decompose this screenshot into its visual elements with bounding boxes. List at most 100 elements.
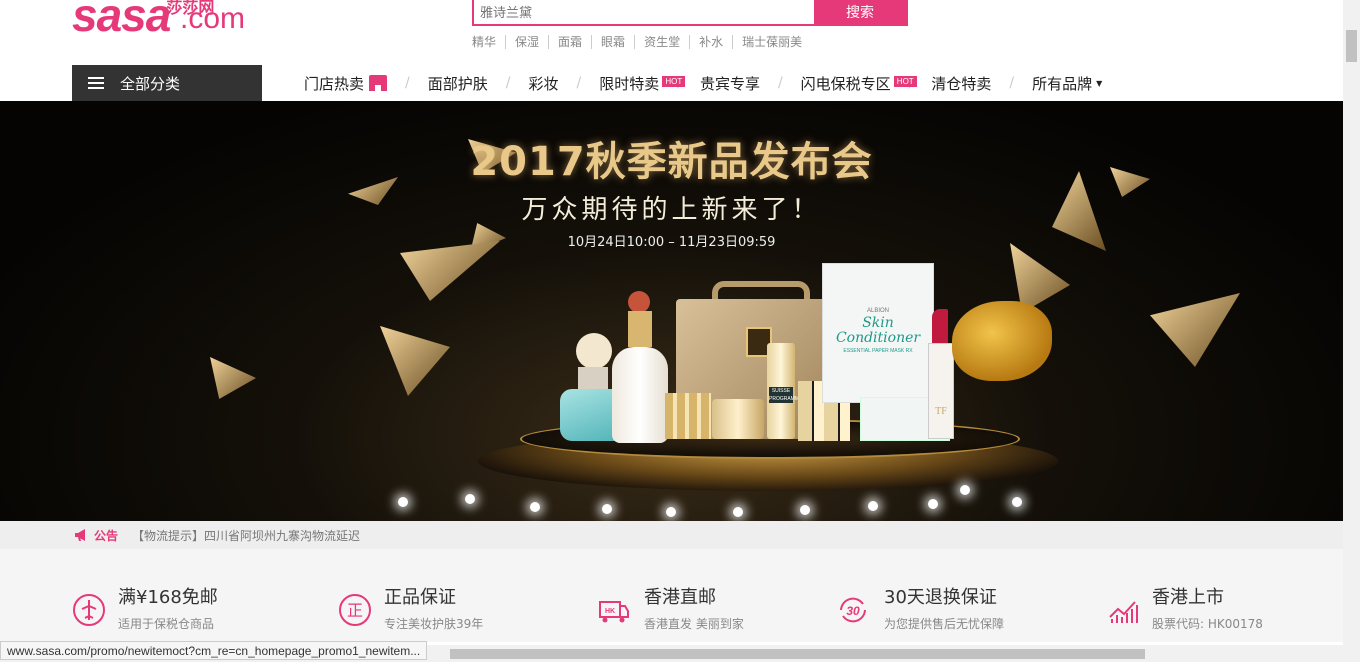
page: sasa 莎莎网 .com 搜索 精华 保湿 面霜 眼霜 资生堂 补水 瑞士葆丽… bbox=[0, 0, 1360, 662]
feature-desc: 适用于保税仓商品 bbox=[118, 617, 215, 631]
vertical-scrollbar[interactable] bbox=[1343, 0, 1360, 645]
notice-bar: 公告 【物流提示】四川省阿坝州九寨沟物流延迟 bbox=[0, 521, 1343, 549]
hot-keywords: 精华 保湿 面霜 眼霜 资生堂 补水 瑞士葆丽美 bbox=[472, 35, 811, 49]
stage-light bbox=[666, 507, 676, 517]
whoo-bottle bbox=[612, 291, 668, 443]
svg-text:30: 30 bbox=[846, 604, 860, 618]
feature-hk-direct: HK 香港直邮 香港直发 美丽到家 bbox=[590, 585, 744, 632]
truck-icon: HK bbox=[599, 601, 629, 623]
nav-separator: / bbox=[1009, 75, 1015, 91]
nav-item-skincare[interactable]: 面部护肤 bbox=[414, 73, 502, 94]
nav-item-label: 贵宾专享 bbox=[699, 74, 760, 93]
caret-down-icon: ▼ bbox=[1096, 78, 1103, 88]
nav-item-label: 所有品牌 bbox=[1032, 74, 1093, 93]
gold-shard-decoration bbox=[210, 357, 256, 399]
stage-light bbox=[398, 497, 408, 507]
genuine-icon: 正 bbox=[339, 594, 371, 626]
stage-light bbox=[928, 499, 938, 509]
hot-keyword[interactable]: 保湿 bbox=[505, 35, 548, 49]
search-button[interactable]: 搜索 bbox=[814, 0, 906, 24]
feature-genuine: 正 正品保证 专注美妆护肤39年 bbox=[338, 585, 483, 632]
gramophone-horn bbox=[952, 301, 1052, 381]
feature-desc: 专注美妆护肤39年 bbox=[384, 617, 484, 631]
stage-light bbox=[800, 505, 810, 515]
service-features: 满¥168免邮 适用于保税仓商品 正 正品保证 专注美妆护肤39年 HK 香港直… bbox=[0, 549, 1343, 642]
hot-keyword[interactable]: 资生堂 bbox=[634, 35, 689, 49]
stage-light bbox=[960, 485, 970, 495]
notice-label: 公告 bbox=[94, 528, 119, 543]
hot-keyword[interactable]: 精华 bbox=[472, 35, 505, 49]
hot-keyword[interactable]: 补水 bbox=[689, 35, 732, 49]
ampoules bbox=[665, 393, 711, 439]
hot-keyword[interactable]: 瑞士葆丽美 bbox=[732, 35, 811, 49]
nav-item-label: 面部护肤 bbox=[427, 74, 488, 93]
store-icon bbox=[369, 75, 388, 91]
return-30-icon: 30 bbox=[840, 597, 866, 623]
nav-item-flash-sale[interactable]: 限时特卖 HOT bbox=[585, 73, 686, 94]
feature-title: 香港上市 bbox=[1152, 587, 1224, 608]
search-input[interactable] bbox=[474, 0, 814, 24]
feature-free-shipping: 满¥168免邮 适用于保税仓商品 bbox=[72, 585, 218, 632]
notice-text[interactable]: 【物流提示】四川省阿坝州九寨沟物流延迟 bbox=[132, 527, 360, 544]
gold-shard-decoration bbox=[380, 326, 450, 396]
hot-keyword[interactable]: 眼霜 bbox=[591, 35, 634, 49]
nav-separator: / bbox=[576, 75, 582, 91]
gold-shard-decoration bbox=[1150, 293, 1240, 367]
suisse-serum: SUISSE PROGRAMME bbox=[767, 343, 803, 439]
stage-light bbox=[465, 494, 475, 504]
banner-subtitle: 万众期待的上新来了！ bbox=[521, 195, 822, 225]
tf-logo: TF bbox=[935, 406, 947, 417]
logo-brand: sasa bbox=[72, 0, 171, 41]
nav-item-clearance[interactable]: 清仓特卖 bbox=[917, 73, 1005, 94]
plane-icon bbox=[73, 594, 105, 626]
nav-separator: / bbox=[505, 75, 511, 91]
stage-light bbox=[602, 504, 612, 514]
nav-item-label: 限时特卖 bbox=[599, 74, 660, 93]
albion-mask-box: ALBION Skin Conditioner ESSENTIAL PAPER … bbox=[822, 263, 934, 403]
stock-chart-icon bbox=[1109, 601, 1138, 623]
sasa-logo[interactable]: sasa 莎莎网 .com bbox=[72, 0, 245, 41]
vertical-scroll-thumb[interactable] bbox=[1346, 30, 1357, 62]
feature-title: 正品保证 bbox=[384, 587, 456, 608]
horizontal-scroll-thumb[interactable] bbox=[450, 649, 1145, 659]
menu-icon bbox=[88, 77, 104, 89]
feature-desc: 为您提供售后无忧保障 bbox=[884, 617, 1005, 631]
stage-light bbox=[733, 507, 743, 517]
stage-light bbox=[530, 502, 540, 512]
all-categories-label: 全部分类 bbox=[120, 74, 181, 93]
feature-title: 满¥168免邮 bbox=[118, 587, 218, 608]
promo-banner[interactable]: 2017秋季新品发布会 万众期待的上新来了！ 10月24日10:00 – 11月… bbox=[0, 101, 1343, 521]
hot-keyword[interactable]: 面霜 bbox=[548, 35, 591, 49]
nav-item-label: 门店热卖 bbox=[304, 74, 365, 93]
nav-item-all-brands[interactable]: 所有品牌 ▼ bbox=[1018, 73, 1116, 94]
nav-items: 门店热卖 / 面部护肤 / 彩妆 / 限时特卖 HOT / 贵宾专享 / 闪电保… bbox=[290, 65, 1116, 101]
feature-desc: 股票代码: HK00178 bbox=[1152, 617, 1263, 631]
banner-title: 2017秋季新品发布会 bbox=[470, 139, 873, 185]
stage-light bbox=[868, 501, 878, 511]
megaphone-icon bbox=[75, 529, 85, 541]
feature-desc: 香港直发 美丽到家 bbox=[644, 617, 744, 631]
nav-item-store-hot[interactable]: 门店热卖 bbox=[290, 73, 401, 94]
status-url: www.sasa.com/promo/newitemoct?cm_re=cn_h… bbox=[0, 641, 428, 660]
search-bar: 搜索 bbox=[472, 0, 908, 26]
nav-item-vip[interactable]: 贵宾专享 bbox=[686, 73, 774, 94]
svg-text:正: 正 bbox=[347, 601, 363, 620]
logo-dotcom: .com bbox=[180, 2, 246, 35]
notice-label-wrap: 公告 bbox=[74, 527, 118, 544]
mask-brand: ALBION bbox=[866, 308, 889, 314]
nav-item-bonded[interactable]: 闪电保税专区 HOT bbox=[787, 73, 917, 94]
feature-hk-listed: 香港上市 股票代码: HK00178 bbox=[1106, 585, 1263, 632]
suisse-jar bbox=[712, 399, 764, 439]
hot-badge: HOT bbox=[662, 75, 686, 87]
svg-text:HK: HK bbox=[605, 608, 615, 615]
stage-light bbox=[1012, 497, 1022, 507]
all-categories-button[interactable]: 全部分类 bbox=[72, 65, 262, 101]
feature-title: 香港直邮 bbox=[644, 587, 716, 608]
suisse-label: SUISSE PROGRAMME bbox=[769, 387, 803, 403]
mask-name: Skin Conditioner bbox=[835, 315, 921, 346]
feature-30-day-return: 30 30天退换保证 为您提供售后无忧保障 bbox=[834, 585, 1004, 632]
nav-item-makeup[interactable]: 彩妆 bbox=[514, 73, 572, 94]
nav-item-label: 彩妆 bbox=[528, 74, 559, 93]
nav-item-label: 清仓特卖 bbox=[931, 74, 992, 93]
hot-badge: HOT bbox=[893, 75, 917, 87]
